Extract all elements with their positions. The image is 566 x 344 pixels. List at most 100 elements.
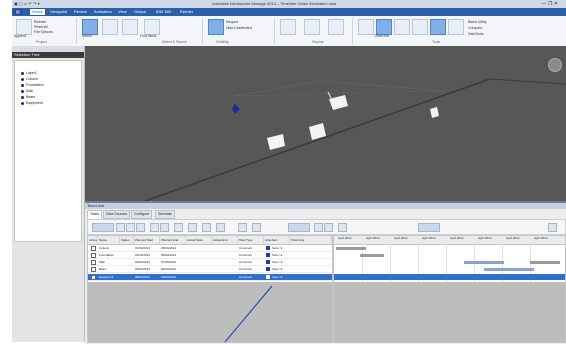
tab-output[interactable]: Output (132, 9, 148, 15)
3d-viewport[interactable] (85, 46, 566, 201)
tree-item[interactable]: Beam (21, 95, 35, 100)
scripter-button[interactable] (430, 19, 446, 35)
datatools-button[interactable]: DataTools (468, 32, 484, 36)
quick-access-toolbar[interactable]: ▣ ▢ ▭ ↶ ↷ ▾ (14, 1, 40, 6)
gantt-bar[interactable] (336, 247, 366, 250)
tree-item[interactable]: Layer1 (21, 71, 37, 76)
gantt-bar[interactable] (360, 254, 384, 257)
active-checkbox[interactable] (90, 274, 98, 280)
scene-object[interactable] (329, 95, 348, 110)
refresh-button[interactable]: Refresh (34, 20, 46, 24)
table-row[interactable]: Slab 04/04/2014 07/04/2014 Construct Set… (88, 259, 332, 266)
column-header[interactable]: Planned Start (134, 236, 160, 244)
file-options-button[interactable]: File Options (34, 30, 53, 34)
column-header[interactable]: Actual Start (186, 236, 212, 244)
task-grid[interactable]: Active Name Status Planned Start Planned… (87, 235, 333, 343)
columns-icon[interactable] (216, 223, 225, 232)
tab-home[interactable]: Home (30, 9, 45, 15)
link-icon[interactable] (188, 223, 197, 232)
appearance-profiler-button[interactable] (448, 19, 464, 35)
column-header[interactable]: Total Cost (290, 236, 332, 244)
select-all-button[interactable] (122, 19, 138, 35)
require-button[interactable]: Require (226, 20, 238, 24)
tab-view[interactable]: View (116, 9, 129, 15)
active-checkbox[interactable] (90, 252, 98, 258)
tab-render[interactable]: Render (178, 9, 195, 15)
tree-item[interactable]: Column (21, 77, 38, 82)
column-header[interactable]: Actual End (212, 236, 238, 244)
hide-button[interactable] (208, 19, 224, 35)
tree-item[interactable]: Equipment (21, 101, 43, 106)
active-checkbox[interactable] (90, 245, 98, 251)
column-header[interactable]: Name (98, 236, 120, 244)
links-button[interactable] (280, 19, 296, 35)
active-checkbox[interactable] (90, 259, 98, 265)
show-dates-icon[interactable] (338, 223, 347, 232)
zoom-control[interactable] (288, 223, 310, 232)
column-header[interactable]: Attached (264, 236, 290, 244)
tree-item[interactable]: Foundation (21, 83, 44, 88)
delete-task-icon[interactable] (136, 223, 145, 232)
tab-viewpoint[interactable]: Viewpoint (48, 9, 69, 15)
add-task-button[interactable] (92, 223, 114, 232)
quick-properties-button[interactable] (304, 19, 320, 35)
hide-unselected-button[interactable]: Hide Unselected (226, 26, 252, 30)
auto-attach-icon[interactable] (160, 223, 169, 232)
attach-icon[interactable] (150, 223, 159, 232)
timeliner-button[interactable] (376, 19, 392, 35)
animator-button[interactable] (412, 19, 428, 35)
table-row[interactable]: Foundation 02/04/2014 05/04/2014 Constru… (88, 252, 332, 259)
batch-utility-button[interactable]: Batch Utility (468, 20, 486, 24)
scene-object[interactable] (430, 107, 439, 118)
find-items-button[interactable] (144, 19, 160, 35)
append-button[interactable] (16, 19, 32, 35)
gantt-bar[interactable] (464, 261, 504, 264)
window-controls[interactable]: — ❐ ✕ (542, 1, 558, 7)
quantification-button[interactable] (394, 19, 410, 35)
gantt-selected-row[interactable] (334, 274, 565, 280)
clash-detective-button[interactable] (358, 19, 374, 35)
gantt-bar[interactable] (530, 261, 560, 264)
import-icon[interactable] (252, 223, 261, 232)
section-gizmo[interactable] (232, 104, 240, 114)
compare-button[interactable]: Compare (468, 26, 482, 30)
tab-simulate[interactable]: Simulate (155, 210, 175, 219)
gantt-chart[interactable]: April 2014 April 2014 April 2014 April 2… (333, 235, 566, 343)
gantt-options[interactable] (418, 223, 440, 232)
auto-add-icon[interactable] (126, 223, 135, 232)
save-selection-button[interactable] (102, 19, 118, 35)
column-header[interactable]: Planned End (160, 236, 186, 244)
gantt-settings-icon[interactable] (548, 223, 557, 232)
properties-button[interactable] (328, 19, 344, 35)
active-checkbox[interactable] (90, 266, 98, 272)
tree-item-label: Equipment (26, 101, 43, 105)
selection-tree[interactable]: Layer1 Column Foundation Slab Beam Equip… (14, 60, 82, 242)
table-row-selected[interactable]: Equipment 08/04/2014 10/04/2014 Construc… (88, 274, 332, 281)
tab-bim360[interactable]: BIM 360 (154, 9, 173, 15)
task-name: Equipment (99, 275, 114, 279)
export-icon[interactable] (238, 223, 247, 232)
zoom-in-icon[interactable] (314, 223, 323, 232)
tree-item[interactable]: Slab (21, 89, 33, 94)
tab-animation[interactable]: Animation (92, 9, 114, 15)
scene-object[interactable] (267, 134, 285, 150)
column-header[interactable]: Active (88, 236, 98, 244)
tab-data-sources[interactable]: Data Sources (103, 210, 131, 219)
tab-review[interactable]: Review (72, 9, 89, 15)
insert-task-icon[interactable] (116, 223, 125, 232)
tab-configure[interactable]: Configure (131, 210, 153, 219)
application-menu-button[interactable]: ▤ (14, 9, 22, 15)
find-items-icon[interactable] (174, 223, 183, 232)
gantt-bar[interactable] (484, 268, 534, 271)
tab-tasks[interactable]: Tasks (87, 210, 102, 219)
table-row[interactable]: Beam 06/04/2014 09/04/2014 Construct Set… (88, 266, 332, 273)
reset-all-button[interactable]: Reset All (34, 25, 48, 29)
viewcube-icon[interactable] (548, 58, 562, 72)
column-header[interactable]: Task Type (238, 236, 264, 244)
select-button[interactable] (82, 19, 98, 35)
task-name: Beam (99, 267, 107, 271)
column-header[interactable]: Status (120, 236, 134, 244)
table-row[interactable]: Column 01/04/2014 03/04/2014 Construct S… (88, 245, 332, 252)
zoom-out-icon[interactable] (324, 223, 333, 232)
filter-icon[interactable] (202, 223, 211, 232)
